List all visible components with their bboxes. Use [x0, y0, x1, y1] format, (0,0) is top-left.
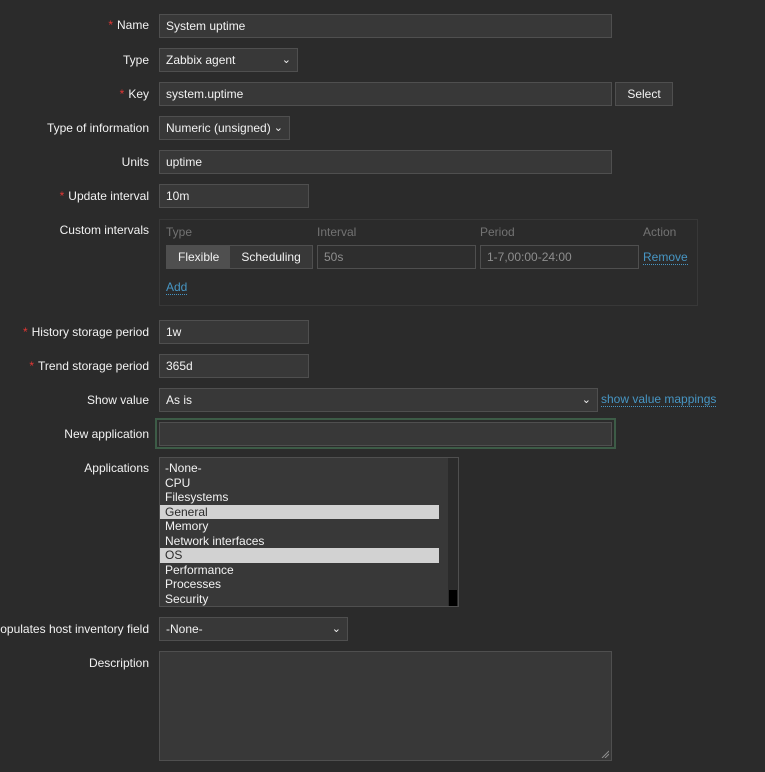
inventory-select[interactable]: -None- ⌄ [159, 617, 348, 641]
custom-intervals-header-type: Type [166, 225, 193, 239]
period-input[interactable]: 1-7,00:00-24:00 [480, 245, 639, 269]
history-label: * History storage period [22, 325, 149, 339]
show-value-select[interactable]: As is ⌄ [159, 388, 598, 412]
custom-intervals-header-interval: Interval [317, 225, 357, 239]
list-item[interactable]: Network interfaces [160, 534, 439, 549]
list-item-selected[interactable]: General [160, 504, 439, 519]
list-item[interactable]: -None- [160, 461, 439, 476]
type-of-information-select[interactable]: Numeric (unsigned) ⌄ [159, 116, 290, 140]
name-label: * Name [108, 18, 149, 32]
key-input[interactable]: system.uptime [159, 82, 612, 106]
history-input[interactable]: 1w [159, 320, 309, 344]
remove-interval-link[interactable]: Remove [643, 251, 688, 265]
list-item[interactable]: Security [160, 592, 439, 607]
description-textarea[interactable] [159, 651, 612, 761]
listbox-scrollbar[interactable] [448, 458, 458, 606]
type-select[interactable]: Zabbix agent ⌄ [159, 48, 298, 72]
name-input[interactable]: System uptime [159, 14, 612, 38]
new-application-label: New application [64, 427, 149, 441]
list-item[interactable]: Filesystems [160, 490, 439, 505]
interval-input[interactable]: 50s [317, 245, 476, 269]
resize-grip-icon[interactable] [601, 750, 609, 758]
chevron-down-icon: ⌄ [331, 623, 341, 635]
custom-intervals-header-period: Period [480, 225, 515, 239]
show-value-mappings-link[interactable]: show value mappings [601, 393, 717, 407]
update-interval-input[interactable]: 10m [159, 184, 309, 208]
type-select-value: Zabbix agent [166, 53, 236, 67]
inventory-value: -None- [166, 622, 203, 636]
applications-listbox[interactable]: -None- CPU Filesystems General Memory Ne… [159, 457, 459, 607]
scheduling-option[interactable]: Scheduling [230, 246, 312, 268]
list-item[interactable]: Processes [160, 577, 439, 592]
inventory-label: Populates host inventory field [0, 622, 149, 636]
description-label: Description [88, 656, 149, 670]
type-of-information-value: Numeric (unsigned) [166, 121, 271, 135]
list-item-selected[interactable]: OS [160, 548, 439, 563]
trend-input[interactable]: 365d [159, 354, 309, 378]
list-item[interactable]: Memory [160, 519, 439, 534]
interval-type-toggle: Flexible Scheduling [166, 245, 313, 269]
trend-label: * Trend storage period [29, 359, 149, 373]
list-item[interactable]: Performance [160, 563, 439, 578]
show-value-value: As is [166, 393, 193, 407]
show-value-label: Show value [86, 393, 149, 407]
list-item[interactable]: CPU [160, 476, 439, 491]
listbox-scrollbar-thumb[interactable] [449, 590, 457, 606]
units-label: Units [121, 155, 149, 169]
add-interval-link[interactable]: Add [166, 281, 188, 295]
update-interval-label: * Update interval [59, 189, 149, 203]
type-label: Type [122, 53, 149, 67]
applications-label: Applications [84, 461, 149, 475]
custom-intervals-table: Type Interval Period Action Flexible Sch… [159, 219, 698, 306]
type-of-information-label: Type of information [46, 121, 149, 135]
custom-intervals-header-action: Action [643, 225, 677, 239]
new-application-input[interactable] [159, 422, 612, 446]
flexible-option[interactable]: Flexible [167, 246, 231, 268]
chevron-down-icon: ⌄ [273, 122, 283, 134]
chevron-down-icon: ⌄ [281, 54, 291, 66]
units-input[interactable]: uptime [159, 150, 612, 174]
custom-intervals-label: Custom intervals [59, 223, 149, 237]
key-select-button[interactable]: Select [615, 82, 673, 106]
chevron-down-icon: ⌄ [581, 394, 591, 406]
key-label: * Key [119, 87, 149, 101]
